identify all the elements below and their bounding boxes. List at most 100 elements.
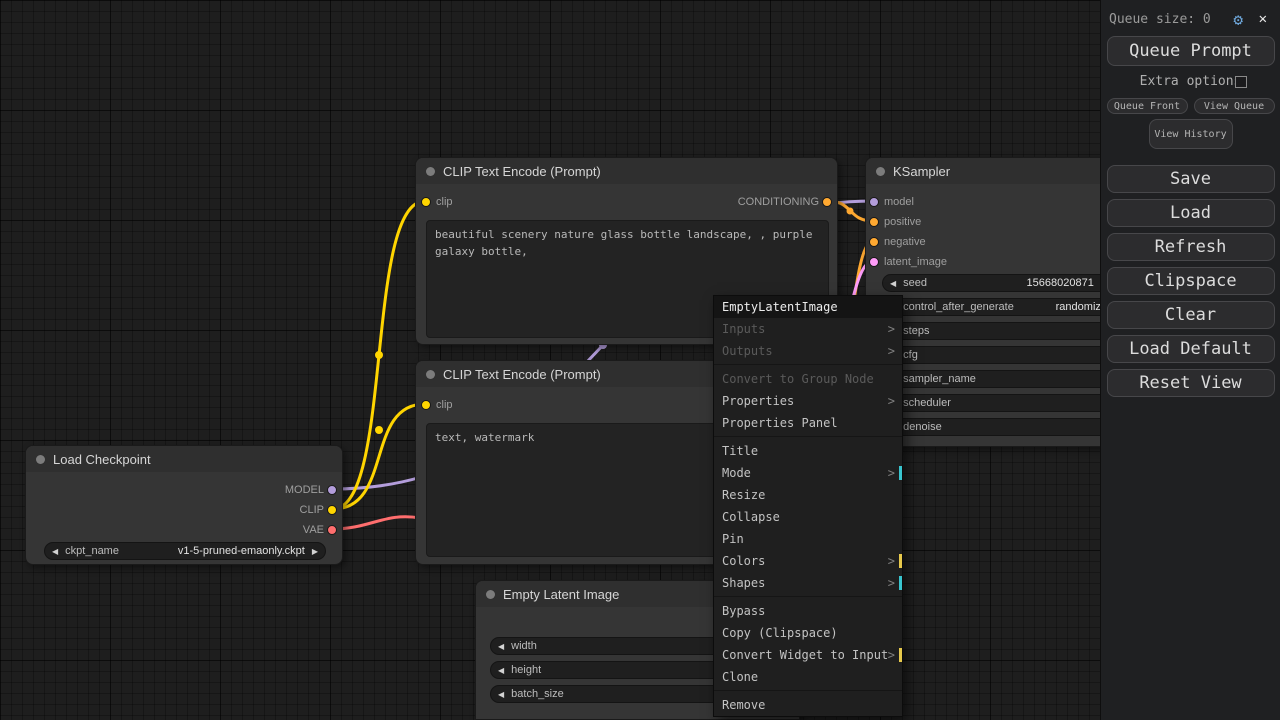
widget-name: control_after_generate (903, 301, 1014, 313)
output-port-vae[interactable] (327, 525, 337, 535)
save-button[interactable]: Save (1106, 165, 1275, 193)
view-queue-button[interactable]: View Queue (1193, 98, 1275, 114)
input-port-model[interactable] (869, 197, 879, 207)
widget-value: v1-5-pruned-emaonly.ckpt (177, 545, 305, 557)
output-label-conditioning: CONDITIONING (737, 196, 819, 208)
stepper-left-arrow-icon[interactable]: ◀ (498, 666, 504, 675)
submenu-arrow-icon: > (887, 466, 895, 480)
queue-prompt-button[interactable]: Queue Prompt (1106, 36, 1275, 66)
widget-name: steps (903, 325, 930, 337)
menu-item-properties-panel[interactable]: Properties Panel (714, 412, 902, 434)
menu-item-label: Collapse (722, 510, 780, 524)
context-menu-title: EmptyLatentImage (714, 296, 902, 318)
node-load-checkpoint[interactable]: Load Checkpoint MODEL CLIP VAE ◀ ckpt_na… (25, 445, 343, 565)
scheduler-widget[interactable]: ◀ scheduler (882, 394, 1115, 412)
output-label-model: MODEL (284, 484, 324, 496)
menu-item-copy-clipspace[interactable]: Copy (Clipspace) (714, 622, 902, 644)
menu-item-label: Remove (722, 698, 766, 712)
menu-item-label: Shapes (722, 576, 766, 590)
cfg-widget[interactable]: ◀ cfg (882, 346, 1115, 364)
output-label-clip: CLIP (299, 504, 324, 516)
stepper-left-arrow-icon[interactable]: ◀ (498, 690, 504, 699)
menu-item-convert-to-group-node[interactable]: Convert to Group Node (714, 368, 902, 390)
node-title: CLIP Text Encode (Prompt) (443, 163, 601, 179)
input-port-clip[interactable] (421, 400, 431, 410)
menu-item-collapse[interactable]: Collapse (714, 506, 902, 528)
settings-gear-icon[interactable]: ⚙ (1233, 10, 1243, 29)
node-ksampler[interactable]: KSampler model positive negative latent_… (865, 157, 1130, 447)
collapse-dot-icon[interactable] (426, 166, 435, 176)
output-port-conditioning[interactable] (822, 197, 832, 207)
widget-name: batch_size (511, 688, 564, 700)
link-midpoint-dot (846, 207, 854, 215)
input-port-negative[interactable] (869, 237, 879, 247)
menu-item-outputs[interactable]: Outputs > (714, 340, 902, 362)
clear-button[interactable]: Clear (1106, 301, 1275, 329)
seed-widget[interactable]: ◀ seed 15668020871 ▶ (882, 274, 1115, 292)
menu-item-label: Convert to Group Node (722, 372, 874, 386)
collapse-dot-icon[interactable] (876, 166, 885, 176)
menu-item-pin[interactable]: Pin (714, 528, 902, 550)
menu-item-convert-widget-to-input[interactable]: Convert Widget to Input > (714, 644, 902, 666)
reset-view-button[interactable]: Reset View (1106, 369, 1275, 397)
submenu-tick (899, 576, 902, 590)
sampler-name-widget[interactable]: ◀ sampler_name (882, 370, 1115, 388)
node-title-bar[interactable]: KSampler (866, 158, 1129, 184)
submenu-arrow-icon: > (887, 554, 895, 568)
view-history-button[interactable]: View History (1148, 119, 1233, 149)
output-label-vae: VAE (302, 524, 324, 536)
widget-name: scheduler (903, 397, 951, 409)
queue-front-button[interactable]: Queue Front (1106, 98, 1188, 114)
combo-right-arrow-icon[interactable]: ▶ (312, 547, 318, 556)
submenu-tick (899, 466, 902, 480)
menu-item-shapes[interactable]: Shapes > (714, 572, 902, 594)
refresh-button[interactable]: Refresh (1106, 233, 1275, 261)
widget-name: height (511, 664, 542, 676)
submenu-arrow-icon: > (887, 322, 895, 336)
node-graph-canvas[interactable]: Load Checkpoint MODEL CLIP VAE ◀ ckpt_na… (0, 0, 1280, 720)
submenu-arrow-icon: > (887, 344, 895, 358)
widget-value: 15668020871 (1026, 277, 1094, 289)
denoise-widget[interactable]: ◀ denoise (882, 418, 1115, 436)
menu-item-clone[interactable]: Clone (714, 666, 902, 688)
widget-name: width (511, 640, 537, 652)
input-port-positive[interactable] (869, 217, 879, 227)
comfy-menu-panel: Queue size: 0 ⚙ ✕ Queue Prompt Extra opt… (1100, 0, 1280, 720)
collapse-dot-icon[interactable] (426, 369, 435, 379)
menu-item-mode[interactable]: Mode > (714, 462, 902, 484)
node-title-bar[interactable]: Load Checkpoint (26, 446, 342, 472)
input-label-negative: negative (884, 236, 926, 248)
output-port-model[interactable] (327, 485, 337, 495)
menu-item-properties[interactable]: Properties > (714, 390, 902, 412)
output-port-clip[interactable] (327, 505, 337, 515)
node-title-bar[interactable]: CLIP Text Encode (Prompt) (416, 158, 837, 184)
menu-item-colors[interactable]: Colors > (714, 550, 902, 572)
extra-options-checkbox[interactable] (1235, 76, 1247, 88)
widget-name: sampler_name (903, 373, 976, 385)
input-port-clip[interactable] (421, 197, 431, 207)
submenu-tick (899, 648, 902, 662)
menu-item-label: Mode (722, 466, 751, 480)
input-port-latent-image[interactable] (869, 257, 879, 267)
control-after-generate-widget[interactable]: ◀ control_after_generate randomize (882, 298, 1115, 316)
clipspace-button[interactable]: Clipspace (1106, 267, 1275, 295)
combo-left-arrow-icon[interactable]: ◀ (52, 547, 58, 556)
menu-item-label: Outputs (722, 344, 773, 358)
load-default-button[interactable]: Load Default (1106, 335, 1275, 363)
menu-item-resize[interactable]: Resize (714, 484, 902, 506)
steps-widget[interactable]: ◀ steps (882, 322, 1115, 340)
ckpt-name-widget[interactable]: ◀ ckpt_name v1-5-pruned-emaonly.ckpt ▶ (44, 542, 326, 560)
collapse-dot-icon[interactable] (36, 454, 45, 464)
stepper-left-arrow-icon[interactable]: ◀ (890, 279, 896, 288)
menu-item-remove[interactable]: Remove (714, 694, 902, 716)
load-button[interactable]: Load (1106, 199, 1275, 227)
close-icon[interactable]: ✕ (1259, 11, 1267, 27)
node-context-menu: EmptyLatentImage Inputs > Outputs > Conv… (713, 295, 903, 717)
menu-item-inputs[interactable]: Inputs > (714, 318, 902, 340)
menu-item-title[interactable]: Title (714, 440, 902, 462)
extra-options-label: Extra options (1139, 74, 1242, 89)
stepper-left-arrow-icon[interactable]: ◀ (498, 642, 504, 651)
menu-item-label: Properties Panel (722, 416, 838, 430)
collapse-dot-icon[interactable] (486, 589, 495, 599)
menu-item-bypass[interactable]: Bypass (714, 600, 902, 622)
